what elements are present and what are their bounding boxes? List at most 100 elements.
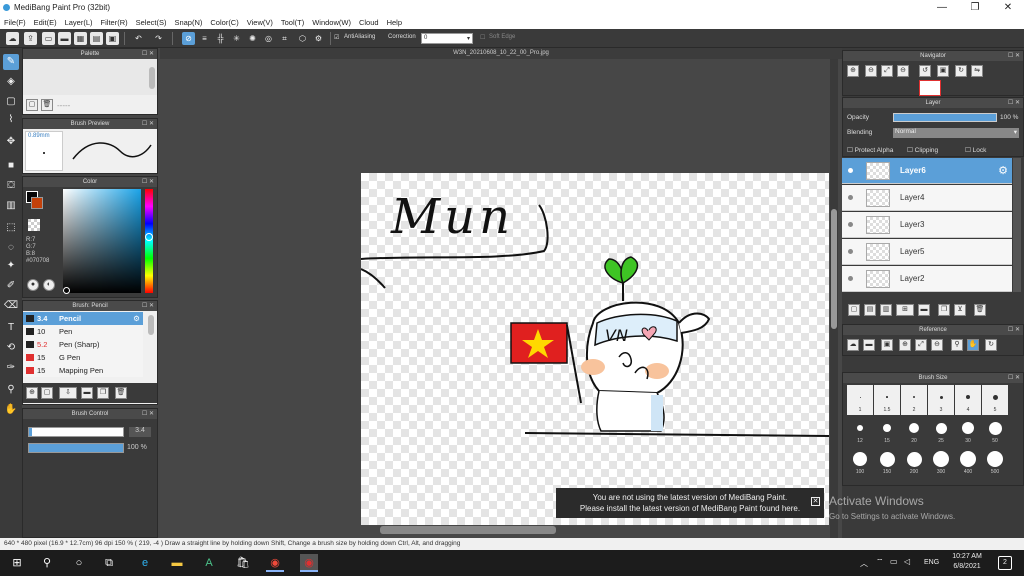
- rect-tool-icon[interactable]: ▢: [3, 94, 19, 110]
- chrome-icon[interactable]: ◉: [266, 554, 284, 572]
- layer-list-scrollbar[interactable]: [1013, 158, 1021, 292]
- menu-help[interactable]: Help: [383, 16, 406, 27]
- brush-size-slider[interactable]: [28, 427, 124, 437]
- layer-settings-icon[interactable]: ⚙: [998, 164, 1008, 177]
- ref-image-icon[interactable]: ▣: [881, 339, 893, 351]
- undo-icon[interactable]: ↶: [132, 32, 145, 45]
- color-sv-picker[interactable]: [63, 189, 141, 293]
- language-indicator[interactable]: ENG: [924, 559, 939, 566]
- select-eraser-icon[interactable]: ⌫: [3, 298, 19, 314]
- dotpen-tool-icon[interactable]: ⌇: [3, 112, 19, 128]
- brush-item-pen[interactable]: 10 Pen: [23, 325, 143, 338]
- brush-size-cell[interactable]: 100: [847, 447, 873, 477]
- hand-tool-icon[interactable]: ✋: [3, 402, 19, 418]
- lock-checkbox[interactable]: ☐ Lock: [965, 146, 986, 154]
- brush-size-cell[interactable]: 1: [847, 385, 873, 415]
- layer-opacity-value[interactable]: 100 %: [1000, 114, 1018, 121]
- divide-tool-icon[interactable]: ⟲: [3, 340, 19, 356]
- layer-row-layer5[interactable]: Layer5: [842, 239, 1012, 265]
- document-canvas[interactable]: VN Mun: [361, 173, 829, 525]
- brush-size-cell[interactable]: 4: [955, 385, 981, 415]
- brush-size-cell[interactable]: 5: [982, 385, 1008, 415]
- transparent-swatch[interactable]: [28, 219, 40, 231]
- brush-size-cell[interactable]: 3: [928, 385, 954, 415]
- brush-size-cell[interactable]: 12: [847, 416, 873, 446]
- layer-delete-icon[interactable]: 🗑: [974, 304, 986, 316]
- task-view-icon[interactable]: ⧉: [100, 554, 118, 572]
- eraser-tool-icon[interactable]: ◈: [3, 74, 19, 90]
- snap-octagon-icon[interactable]: ⬡: [296, 32, 309, 45]
- ref-rotate-icon[interactable]: ↻: [985, 339, 997, 351]
- grid-icon[interactable]: ▦: [74, 32, 87, 45]
- layer-row-layer2[interactable]: Layer2: [842, 266, 1012, 292]
- brush-tool-icon[interactable]: ✎: [3, 54, 19, 70]
- color-history-icon[interactable]: ◐: [43, 279, 55, 291]
- rotate-right-icon[interactable]: ↻: [955, 65, 967, 77]
- store-icon[interactable]: 🛍: [234, 554, 252, 572]
- clipping-checkbox[interactable]: ☐ Clipping: [907, 146, 938, 154]
- hue-cursor[interactable]: [145, 233, 153, 241]
- tray-chevron-icon[interactable]: ︿: [860, 558, 868, 569]
- redo-icon[interactable]: ↷: [152, 32, 165, 45]
- ref-folder-icon[interactable]: ▬: [863, 339, 875, 351]
- brush-copy-icon[interactable]: ❐: [97, 387, 109, 399]
- menu-select[interactable]: Select(S): [132, 16, 171, 27]
- brush-item-pencil[interactable]: 3.4 Pencil ⚙: [23, 312, 143, 325]
- ref-hand-icon[interactable]: ✋: [967, 339, 979, 351]
- minimize-button[interactable]: —: [935, 2, 949, 14]
- bucket-tool-icon[interactable]: ⛋: [3, 178, 19, 194]
- ref-fit-icon[interactable]: ⤢: [915, 339, 927, 351]
- menu-edit[interactable]: Edit(E): [30, 16, 61, 27]
- snap-circle-icon[interactable]: ◎: [262, 32, 275, 45]
- color-picker-cursor[interactable]: [63, 287, 70, 294]
- layer-add-menu-icon[interactable]: ⊞: [896, 304, 914, 316]
- update-notice[interactable]: You are not using the latest version of …: [556, 488, 824, 518]
- layer-folder-icon[interactable]: ▬: [918, 304, 930, 316]
- brush-size-cell[interactable]: 15: [874, 416, 900, 446]
- correction-select[interactable]: 0 ▾: [421, 33, 473, 44]
- canvas-h-scrollbar[interactable]: [380, 526, 556, 534]
- magic-wand-icon[interactable]: ✦: [3, 258, 19, 274]
- layer-row-layer6[interactable]: Layer6 ⚙: [842, 158, 1012, 184]
- brush-size-cell[interactable]: 400: [955, 447, 981, 477]
- brush-size-cell[interactable]: 500: [982, 447, 1008, 477]
- brush-item-g-pen[interactable]: 15 G Pen: [23, 351, 143, 364]
- brush-new-icon[interactable]: ▢: [41, 387, 53, 399]
- hue-slider[interactable]: [145, 189, 153, 293]
- notice-close-icon[interactable]: ✕: [811, 497, 820, 506]
- screen-icon[interactable]: ▣: [106, 32, 119, 45]
- search-icon[interactable]: ⚲: [38, 554, 56, 572]
- cloud-icon[interactable]: ☁: [6, 32, 19, 45]
- brush-size-grid[interactable]: 1 1.5 2 3 4 5 12 15 20 25 30 50 100 150 200 300 400 500: [847, 385, 1011, 483]
- notification-icon[interactable]: 2: [998, 556, 1012, 570]
- brush-size-cell[interactable]: 200: [901, 447, 927, 477]
- brush-size-value[interactable]: 3.4: [129, 427, 151, 437]
- battery-icon[interactable]: ▭: [890, 557, 898, 566]
- brush-size-cell[interactable]: 25: [928, 416, 954, 446]
- lasso-tool-icon[interactable]: ◌: [3, 240, 19, 256]
- layer-copy-icon[interactable]: ❐: [938, 304, 950, 316]
- palette-swatches[interactable]: [23, 59, 157, 95]
- palette-delete-icon[interactable]: 🗑: [41, 99, 53, 111]
- rotate-left-icon[interactable]: ↺: [919, 65, 931, 77]
- comment2-icon[interactable]: ▬: [58, 32, 71, 45]
- snap-off-icon[interactable]: ⊘: [182, 32, 195, 45]
- ref-zoom-out-icon[interactable]: ⊖: [931, 339, 943, 351]
- app-a-icon[interactable]: A: [200, 554, 218, 572]
- fill-rect-tool-icon[interactable]: ■: [3, 158, 19, 174]
- snap-parallel-icon[interactable]: ≡: [198, 32, 211, 45]
- menu-window[interactable]: Window(W): [308, 16, 355, 27]
- brush-delete-icon[interactable]: 🗑: [115, 387, 127, 399]
- snap-radial-icon[interactable]: ✺: [246, 32, 259, 45]
- eyedropper-icon[interactable]: ⚲: [3, 382, 19, 398]
- new-layer-icon[interactable]: ▢: [848, 304, 860, 316]
- gradient-tool-icon[interactable]: ▥: [3, 198, 19, 214]
- zoom-in-icon[interactable]: ⊕: [847, 65, 859, 77]
- canvas-v-scrollbar[interactable]: [830, 59, 838, 538]
- snap-cross-icon[interactable]: ╬: [214, 32, 227, 45]
- antialias-checkbox[interactable]: ☑: [334, 34, 339, 41]
- secondary-color-swatch[interactable]: [31, 197, 43, 209]
- upload-icon[interactable]: ⇪: [24, 32, 37, 45]
- brush-item-mapping-pen[interactable]: 15 Mapping Pen: [23, 364, 143, 377]
- maximize-button[interactable]: ❐: [968, 2, 982, 14]
